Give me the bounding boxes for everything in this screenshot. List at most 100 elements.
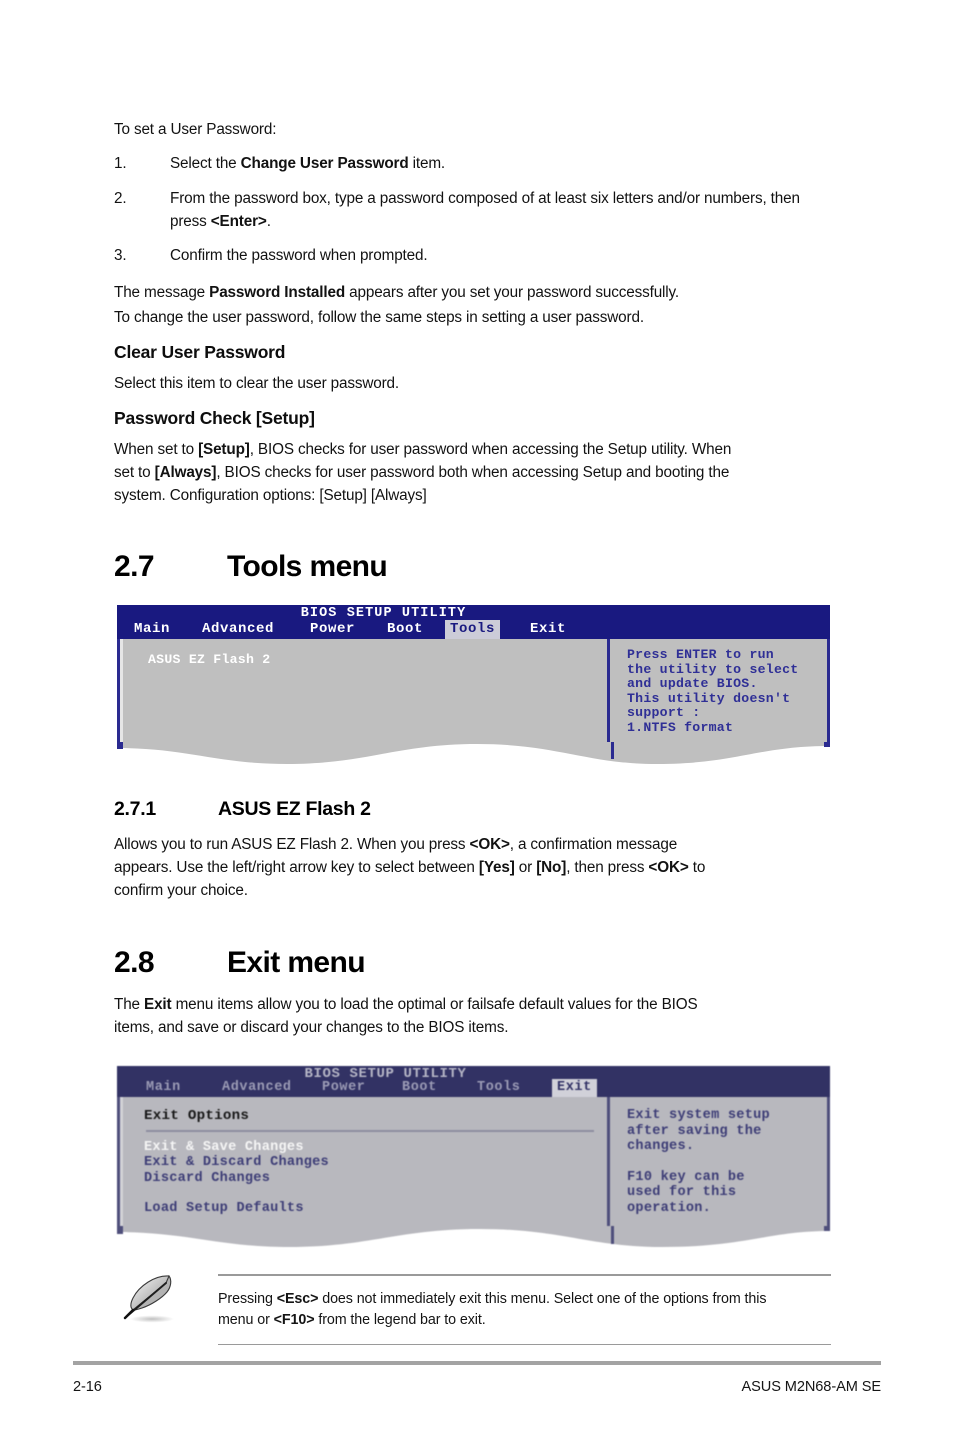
footer-product-name: ASUS M2N68-AM SE xyxy=(741,1379,881,1395)
bios-tab-advanced[interactable]: Advanced xyxy=(197,620,279,639)
password-check-line1: When set to [Setup], BIOS checks for use… xyxy=(114,439,859,462)
bios-help-panel: Press ENTER to run the utility to select… xyxy=(613,639,827,743)
bios-tab-exit[interactable]: Exit xyxy=(552,1079,597,1097)
bios-torn-edge xyxy=(117,742,830,764)
bios-help-panel: Exit system setup after saving the chang… xyxy=(613,1097,827,1227)
msg-post: appears after you set your password succ… xyxy=(345,284,680,301)
ez-l2-mid: or xyxy=(514,859,537,876)
list-item-text-pre: Select the xyxy=(170,155,241,172)
password-check-line2: set to [Always], BIOS checks for user pa… xyxy=(114,462,859,485)
note-l1-post: does not immediately exit this menu. Sel… xyxy=(318,1290,767,1307)
ez-flash-line1: Allows you to run ASUS EZ Flash 2. When … xyxy=(114,834,859,857)
bios-tab-power[interactable]: Power xyxy=(305,620,360,639)
note-l2-pre: menu or xyxy=(218,1311,274,1328)
bios-help-line: changes. xyxy=(627,1139,695,1155)
note-l2-bold: <F10> xyxy=(273,1311,315,1328)
chapter-title: Tools menu xyxy=(227,550,388,583)
pc-l2-post: , BIOS checks for user password both whe… xyxy=(216,464,730,481)
clear-user-password-heading: Clear User Password xyxy=(114,342,286,362)
bios-screenshot-tools: BIOS SETUP UTILITY Main Advanced Power B… xyxy=(117,605,830,764)
pc-l2-bold: [Always] xyxy=(154,464,217,481)
chapter-heading-tools: 2.7 Tools menu xyxy=(114,550,388,584)
ez-flash-line3: confirm your choice. xyxy=(114,882,248,899)
bios-torn-edge xyxy=(117,1226,830,1248)
bios-tab-power[interactable]: Power xyxy=(317,1079,371,1097)
quill-pen-icon xyxy=(122,1270,194,1343)
list-item-text: Confirm the password when prompted. xyxy=(170,247,428,264)
bios-help-line: and update BIOS. xyxy=(627,676,758,692)
bios-tab-boot[interactable]: Boot xyxy=(397,1079,442,1097)
bios-titlebar: BIOS SETUP UTILITY Main Advanced Power B… xyxy=(117,1066,830,1097)
password-check-heading: Password Check [Setup] xyxy=(114,408,315,428)
list-item-number: 2. xyxy=(114,190,127,207)
bios-item-list: ASUS EZ Flash 2 xyxy=(120,639,607,743)
chapter-heading-exit: 2.8 Exit menu xyxy=(114,946,366,980)
ez-l1-bold: <OK> xyxy=(469,836,510,853)
bios-body: Exit Options Exit & Save Changes Exit & … xyxy=(117,1097,830,1227)
bios-tab-boot[interactable]: Boot xyxy=(382,620,428,639)
ez-l2-bold3: <OK> xyxy=(648,859,689,876)
bios-screenshot-exit: BIOS SETUP UTILITY Main Advanced Power B… xyxy=(117,1066,830,1248)
chapter-number: 2.8 xyxy=(114,946,155,979)
footer-rule xyxy=(73,1361,881,1365)
list-item-number: 3. xyxy=(114,247,127,264)
clear-user-password-body: Select this item to clear the user passw… xyxy=(114,375,400,392)
bios-help-line: This utility doesn't xyxy=(627,690,791,706)
note-l2-post: from the legend bar to exit. xyxy=(314,1311,486,1328)
bios-help-line: support : xyxy=(627,705,701,721)
list-item: 1. Select the Change User Password item. xyxy=(114,153,844,176)
bios-help-line: Exit system setup xyxy=(627,1108,770,1123)
bios-tab-tools[interactable]: Tools xyxy=(472,1079,526,1097)
chapter-title: Exit menu xyxy=(227,946,366,979)
bios-tab-exit[interactable]: Exit xyxy=(525,620,571,639)
list-item-text-post: . xyxy=(266,212,271,230)
section-number: 2.7.1 xyxy=(114,798,156,820)
bios-item-discard-changes[interactable]: Discard Changes xyxy=(144,1171,607,1187)
ez-flash-line2: appears. Use the left/right arrow key to… xyxy=(114,857,859,880)
ez-l1-post: , a confirmation message xyxy=(509,836,678,853)
footer-page-number: 2-16 xyxy=(73,1379,102,1395)
pc-l1-bold: [Setup] xyxy=(198,441,250,458)
list-item-text: From the password box, type a password c… xyxy=(170,188,814,233)
bios-help-line: Press ENTER to run xyxy=(627,647,774,662)
bios-group-divider xyxy=(146,1129,594,1132)
manual-page: To set a User Password: 1. Select the Ch… xyxy=(0,0,954,1438)
ex-bold: Exit xyxy=(144,996,172,1013)
bios-help-line: F10 key can be xyxy=(627,1169,745,1185)
bios-panel-divider xyxy=(607,639,610,743)
bios-help-line: after saving the xyxy=(627,1123,762,1139)
bios-tab-advanced[interactable]: Advanced xyxy=(217,1079,297,1097)
bios-item-list: Exit Options Exit & Save Changes Exit & … xyxy=(120,1097,607,1227)
bios-tab-main[interactable]: Main xyxy=(129,620,175,639)
bios-item-exit-save-changes[interactable]: Exit & Save Changes xyxy=(144,1140,607,1156)
bios-help-line: operation. xyxy=(627,1200,712,1216)
bios-panel-divider xyxy=(607,1097,610,1227)
bios-titlebar: BIOS SETUP UTILITY Main Advanced Power B… xyxy=(117,605,830,639)
bios-tab-tools[interactable]: Tools xyxy=(445,620,501,639)
note-line1: Pressing <Esc> does not immediately exit… xyxy=(218,1289,825,1310)
bios-item-load-setup-defaults[interactable]: Load Setup Defaults xyxy=(144,1201,607,1217)
bios-tab-main[interactable]: Main xyxy=(141,1079,186,1097)
list-item-number: 1. xyxy=(114,155,127,172)
user-password-intro: To set a User Password: xyxy=(114,121,277,138)
ez-l2-bold2: [No] xyxy=(536,859,567,876)
bios-help-line: used for this xyxy=(627,1185,737,1201)
note-box: Pressing <Esc> does not immediately exit… xyxy=(218,1274,831,1346)
bios-menu-bar: Main Advanced Power Boot Tools Exit xyxy=(117,620,830,639)
ex-post: menu items allow you to load the optimal… xyxy=(171,996,698,1013)
password-installed-message: The message Password Installed appears a… xyxy=(114,282,854,305)
section-title: ASUS EZ Flash 2 xyxy=(218,798,371,820)
bios-item-asus-ez-flash-2[interactable]: ASUS EZ Flash 2 xyxy=(148,652,607,668)
note-text: Pressing <Esc> does not immediately exit… xyxy=(218,1276,831,1344)
password-check-line3: system. Configuration options: [Setup] [… xyxy=(114,487,427,504)
msg-pre: The message xyxy=(114,284,210,301)
pc-l1-pre: When set to xyxy=(114,441,199,458)
exit-menu-intro-line2: items, and save or discard your changes … xyxy=(114,1019,509,1036)
bios-item-exit-discard-changes[interactable]: Exit & Discard Changes xyxy=(144,1155,607,1171)
chapter-number: 2.7 xyxy=(114,550,155,583)
list-item-text-post: item. xyxy=(408,155,446,172)
bios-body: ASUS EZ Flash 2 Press ENTER to run the u… xyxy=(117,639,830,743)
bios-menu-bar: Main Advanced Power Boot Tools Exit xyxy=(117,1079,830,1097)
msg-bold: Password Installed xyxy=(209,284,346,301)
note-l1-bold: <Esc> xyxy=(276,1290,319,1307)
